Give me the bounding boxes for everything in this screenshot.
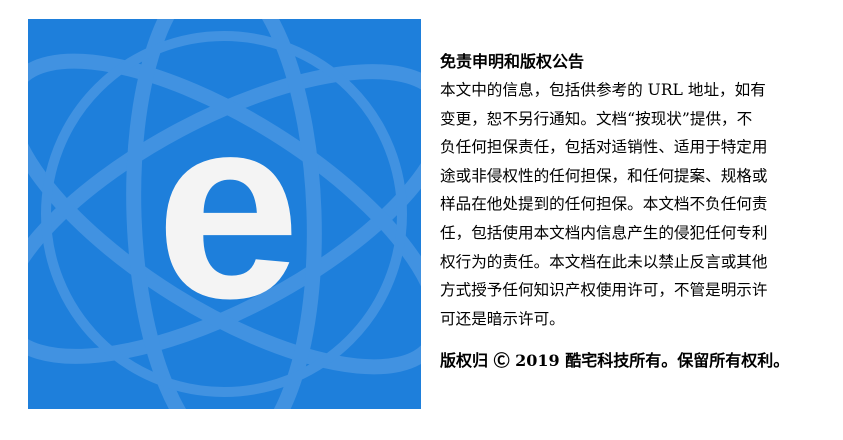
disclaimer-line: 方式授予任何知识产权使用许可，不管是明示许 (440, 281, 768, 300)
logo-graphic: e (28, 19, 421, 409)
disclaimer-line: 本文中的信息，包括供参考的 URL 地址，如有 (440, 81, 766, 99)
disclaimer-line: 任，包括使用本文档内信息产生的侵犯任何专利 (440, 223, 768, 242)
disclaimer-line: 样品在他处提到的任何担保。本文档不负任何责 (440, 195, 768, 214)
logo-letter-e: e (156, 63, 301, 353)
copyright-notice: 版权归 Ⓒ 2019 酷宅科技所有。保留所有权利。 (440, 351, 790, 371)
disclaimer-line: 途或非侵权性的任何担保，和任何提案、规格或 (440, 166, 768, 185)
app-logo: e (28, 19, 421, 409)
disclaimer-line: 变更，恕不另行通知。文档“按现状”提供，不 (440, 109, 753, 128)
disclaimer-line: 可还是暗示许可。 (440, 309, 565, 328)
disclaimer-title: 免责申明和版权公告 (440, 52, 585, 71)
disclaimer-section: 免责申明和版权公告 本文中的信息，包括供参考的 URL 地址，如有 变更，恕不另… (440, 48, 835, 375)
disclaimer-line: 负任何担保责任，包括对适销性、适用于特定用 (440, 138, 768, 157)
disclaimer-line: 权行为的责任。本文档在此未以禁止反言或其他 (440, 252, 768, 271)
